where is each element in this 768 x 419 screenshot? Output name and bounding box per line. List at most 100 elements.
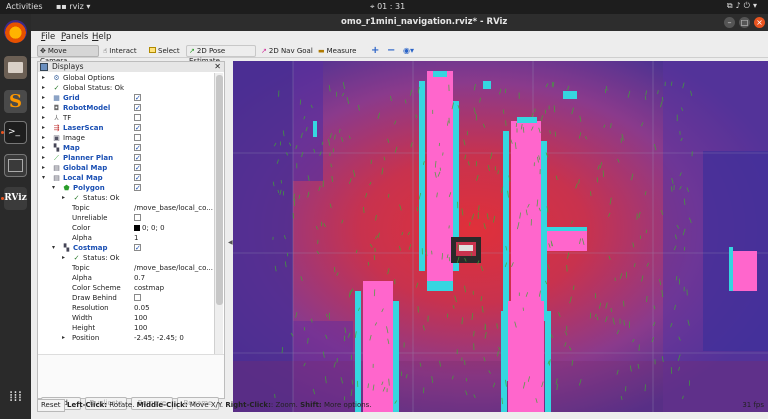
display-row-value-cell[interactable]: 100 [134,323,147,333]
display-row-value[interactable]: 0.7 [134,274,145,282]
expand-arrow-right-icon[interactable]: ▸ [42,113,50,123]
tool-properties-icon[interactable]: ◉▾ [401,45,416,57]
display-row[interactable]: Topic/move_base/local_co... [38,263,224,273]
display-row-value-cell[interactable]: 0; 0; 0 [134,223,165,233]
menu-panels[interactable]: Panels [61,32,88,42]
display-enable-checkbox[interactable]: ✓ [134,244,141,252]
interact-tool[interactable]: ☝ Interact [101,45,139,57]
display-row-value[interactable]: 100 [134,314,147,322]
select-tool[interactable]: Select [147,45,182,57]
display-row[interactable]: Color 0; 0; 0 [38,223,224,233]
rviz-icon[interactable]: RViz [4,187,27,210]
display-enable-checkbox[interactable] [134,294,141,301]
activities-button[interactable]: Activities [6,2,43,11]
display-enable-checkbox[interactable] [134,134,141,141]
sublime-icon[interactable]: S [4,90,27,113]
add-tool-icon[interactable]: + [369,45,381,57]
display-row-value[interactable]: 0.05 [134,304,150,312]
display-enable-checkbox[interactable]: ✓ [134,184,141,192]
system-tray[interactable]: ⧉♪⏻▾ [727,1,760,11]
measure-tool[interactable]: ▬ Measure [316,45,358,57]
display-row[interactable]: Height 100 [38,323,224,333]
display-row[interactable]: ▸ ▚ Map ✓ [38,143,224,153]
display-row[interactable]: ▸ ⚙ Global Options [38,73,224,83]
display-row[interactable]: Resolution 0.05 [38,303,224,313]
display-row-value-cell[interactable]: 0.05 [134,303,150,313]
terminal-icon[interactable]: >_ [4,121,27,144]
display-row-value[interactable]: costmap [134,284,164,292]
firefox-icon[interactable] [4,20,27,43]
display-row-value-cell[interactable]: /move_base/local_co... [134,263,213,273]
display-row[interactable]: Color Scheme costmap [38,283,224,293]
move-camera-tool[interactable]: ✥Move Camera [37,45,99,65]
display-row-value-cell[interactable]: /move_base/local_co... [134,203,213,213]
scrollbar-thumb[interactable] [216,75,223,305]
app-menu[interactable]: ▪▪ rviz ▾ [56,2,90,11]
expand-arrow-right-icon[interactable]: ▸ [42,133,50,143]
render-viewport[interactable] [233,61,768,412]
display-row-value-cell[interactable]: costmap [134,283,164,293]
display-row[interactable]: ▸ ▤ Global Map ✓ [38,163,224,173]
display-row[interactable]: ▸ ⇶ LaserScan ✓ [38,123,224,133]
display-row[interactable]: ▸ ◘ RobotModel ✓ [38,103,224,113]
expand-arrow-right-icon[interactable]: ▸ [62,333,70,343]
display-row[interactable]: Draw Behind [38,293,224,303]
display-row-value-cell[interactable]: -2.45; -2.45; 0 [134,333,184,343]
expand-arrow-down-icon[interactable]: ▾ [52,183,60,193]
display-row[interactable]: ▸ ▣ Image [38,133,224,143]
expand-arrow-right-icon[interactable]: ▸ [42,143,50,153]
panel-close-icon[interactable]: ✕ [214,62,221,72]
display-enable-checkbox[interactable] [134,114,141,121]
expand-arrow-right-icon[interactable]: ▸ [42,153,50,163]
display-row[interactable]: Topic/move_base/local_co... [38,203,224,213]
title-bar[interactable]: omo_r1mini_navigation.rviz* - RViz – □ × [31,14,768,31]
system-monitor-icon[interactable] [4,154,27,177]
display-row-value[interactable]: /move_base/local_co... [134,264,213,272]
expand-arrow-down-icon[interactable]: ▾ [42,173,50,183]
display-row-value[interactable]: 0; 0; 0 [142,224,165,232]
display-enable-checkbox[interactable]: ✓ [134,104,141,112]
expand-arrow-right-icon[interactable]: ▸ [42,123,50,133]
display-row[interactable]: Width 100 [38,313,224,323]
display-row[interactable]: Alpha 1 [38,233,224,243]
expand-arrow-right-icon[interactable]: ▸ [42,103,50,113]
menu-help[interactable]: Help [92,32,111,42]
display-row[interactable]: ▾ ▤ Local Map ✓ [38,173,224,183]
display-row[interactable]: ▸ ✓ Status: Ok [38,193,224,203]
remove-tool-icon[interactable]: − [385,45,397,57]
display-row[interactable]: ▸ Position -2.45; -2.45; 0 [38,333,224,343]
display-enable-checkbox[interactable]: ✓ [134,94,141,102]
tree-scrollbar[interactable] [214,73,223,354]
display-row[interactable]: ▸ ⟋ Planner Plan ✓ [38,153,224,163]
nav-goal-tool[interactable]: ↗ 2D Nav Goal [259,45,315,57]
display-row-value[interactable]: /move_base/local_co... [134,204,213,212]
display-row-value-cell[interactable]: 100 [134,313,147,323]
display-enable-checkbox[interactable]: ✓ [134,124,141,132]
display-row-value-cell[interactable]: 1 [134,233,138,243]
display-enable-checkbox[interactable]: ✓ [134,174,141,182]
files-icon[interactable] [4,56,27,79]
display-row-value[interactable]: 1 [134,234,138,242]
display-row[interactable]: ▸ ✓ Global Status: Ok [38,83,224,93]
expand-arrow-right-icon[interactable]: ▸ [42,163,50,173]
expand-arrow-right-icon[interactable]: ▸ [42,93,50,103]
clock[interactable]: ⌖ 01 : 31 [370,2,405,12]
splitter-handle-icon[interactable]: ◀ [228,239,233,246]
expand-arrow-down-icon[interactable]: ▾ [52,243,60,253]
display-row-value[interactable]: 100 [134,324,147,332]
display-enable-checkbox[interactable] [134,214,141,221]
pose-estimate-tool[interactable]: ↗2D Pose Estimate [186,45,256,65]
expand-arrow-right-icon[interactable]: ▸ [42,73,50,83]
display-row[interactable]: Unreliable [38,213,224,223]
display-row-value-cell[interactable]: 0.7 [134,273,145,283]
show-applications-icon[interactable]: ⁞⁞⁞ [4,386,27,409]
menu-file[interactable]: File [41,32,55,42]
maximize-button[interactable]: □ [739,17,750,28]
display-row[interactable]: Alpha 0.7 [38,273,224,283]
expand-arrow-right-icon[interactable]: ▸ [62,253,70,263]
display-row[interactable]: ▸ ⅄ TF [38,113,224,123]
display-enable-checkbox[interactable]: ✓ [134,144,141,152]
display-row[interactable]: ▾ ▚ Costmap ✓ [38,243,224,253]
expand-arrow-right-icon[interactable]: ▸ [62,193,70,203]
display-row[interactable]: ▸ ▦ Grid ✓ [38,93,224,103]
